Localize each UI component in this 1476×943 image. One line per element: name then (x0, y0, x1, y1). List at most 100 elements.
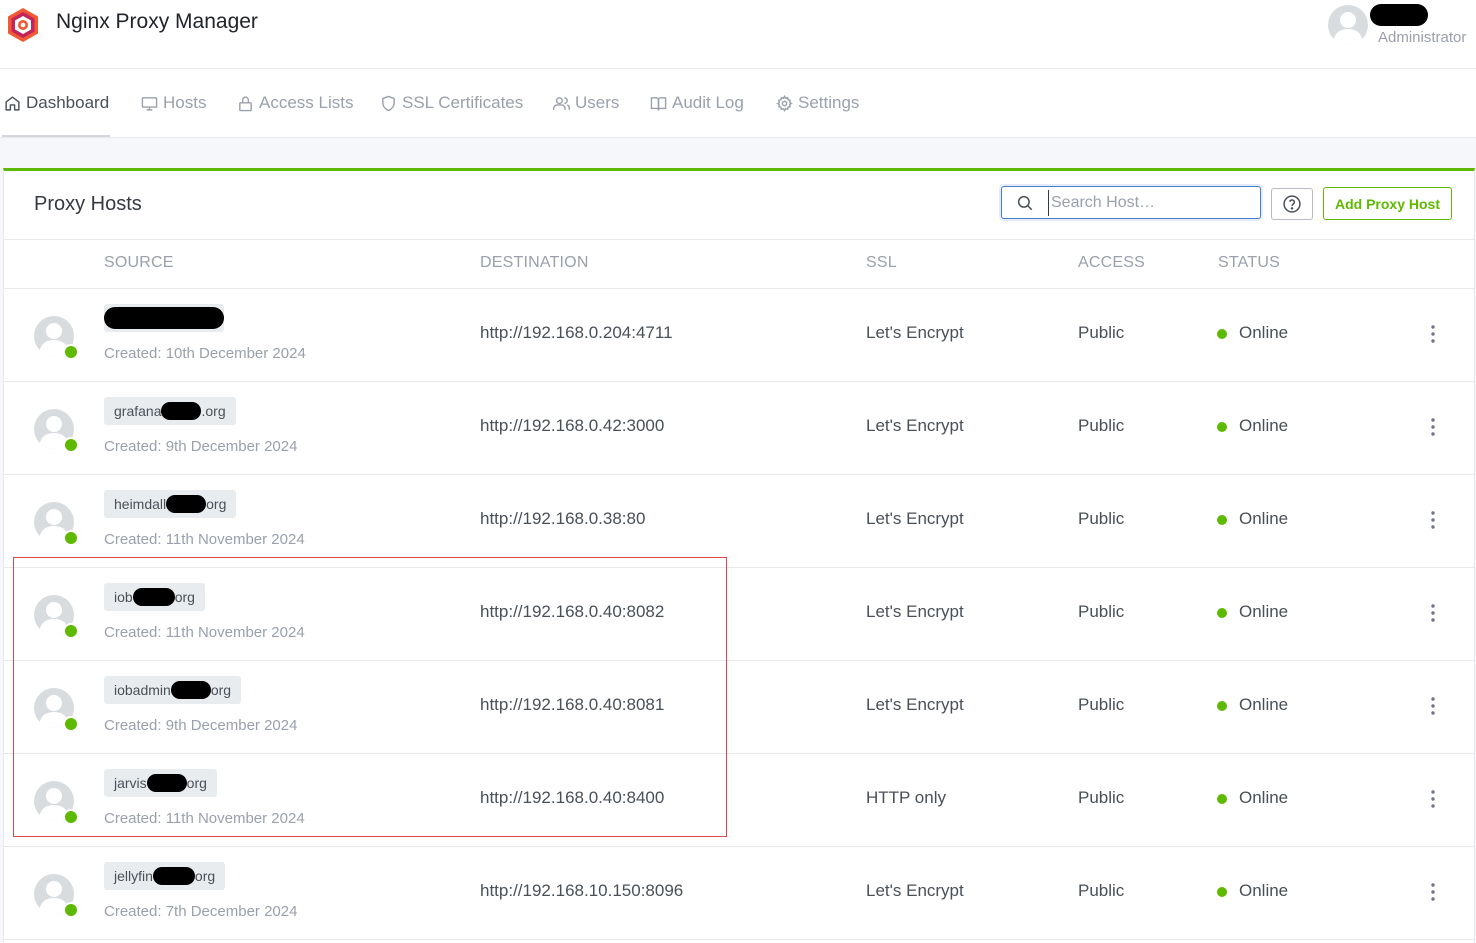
users-icon (553, 96, 570, 110)
ssl-status: Let's Encrypt (866, 509, 964, 528)
online-indicator (63, 344, 79, 360)
domain-prefix: jellyfin (114, 868, 153, 884)
ssl-status: Let's Encrypt (866, 602, 964, 621)
column-source[interactable]: SOURCE (104, 254, 174, 272)
nav-hosts[interactable]: Hosts (141, 69, 206, 137)
domain-badge[interactable]: grafana .org (104, 397, 236, 425)
nav-active-indicator (2, 135, 110, 137)
online-indicator (63, 623, 79, 639)
add-proxy-host-button[interactable]: Add Proxy Host (1323, 187, 1452, 220)
user-avatar[interactable] (1328, 5, 1368, 45)
table-row[interactable]: jarvis org Created: 11th November 2024 ht… (4, 754, 1474, 847)
created-date: Created: 10th December 2024 (104, 345, 306, 362)
ssl-status: HTTP only (866, 788, 946, 807)
ssl-status: Let's Encrypt (866, 416, 964, 435)
status-dot (1217, 329, 1227, 339)
proxy-hosts-card: Proxy Hosts Add Proxy Host SOURCE DESTIN… (3, 168, 1475, 943)
card-title: Proxy Hosts (34, 193, 142, 215)
search-box[interactable] (1001, 186, 1261, 219)
domain-badge[interactable]: heimdall org (104, 490, 237, 518)
domain-badge[interactable]: jellyfin org (104, 862, 226, 890)
domain-redacted (166, 495, 207, 513)
domain-suffix: org (206, 496, 227, 512)
row-menu-icon[interactable] (1424, 416, 1442, 438)
column-access[interactable]: ACCESS (1078, 254, 1145, 272)
column-ssl[interactable]: SSL (866, 254, 897, 272)
nav-users[interactable]: Users (553, 69, 619, 137)
nginx-proxy-manager-logo[interactable] (6, 7, 40, 43)
domain-badge[interactable] (104, 304, 224, 332)
table-header: SOURCE DESTINATION SSL ACCESS STATUS (4, 240, 1474, 289)
user-role: Administrator (1378, 29, 1467, 46)
status-text: Online (1239, 881, 1289, 900)
access-status: Public (1078, 695, 1125, 714)
destination: http://192.168.0.40:8400 (480, 788, 665, 807)
lock-icon (239, 95, 252, 111)
status-dot (1217, 794, 1227, 804)
shield-icon (382, 95, 395, 111)
nav-dashboard[interactable]: Dashboard (4, 69, 109, 137)
access-status: Public (1078, 788, 1125, 807)
access-status: Public (1078, 323, 1125, 342)
user-name-redacted (1370, 4, 1428, 26)
created-date: Created: 11th November 2024 (104, 810, 305, 827)
ssl-status: Let's Encrypt (866, 881, 964, 900)
domain-suffix: org (174, 589, 195, 605)
online-indicator (63, 809, 79, 825)
row-menu-icon[interactable] (1424, 881, 1442, 903)
table-row[interactable]: heimdall org Created: 11th November 2024 … (4, 475, 1474, 568)
table-row[interactable]: Created: 10th December 2024 http://192.1… (4, 289, 1474, 382)
nav-access-lists[interactable]: Access Lists (237, 69, 353, 137)
destination: http://192.168.10.150:8096 (480, 881, 684, 900)
domain-badge[interactable]: iobadmin org (104, 676, 242, 704)
status-dot (1217, 701, 1227, 711)
app-title: Nginx Proxy Manager (56, 10, 258, 33)
domain-redacted (152, 867, 195, 885)
nav-ssl-certificates-label: SSL Certificates (402, 93, 524, 112)
created-date: Created: 7th December 2024 (104, 903, 298, 920)
destination: http://192.168.0.40:8081 (480, 695, 665, 714)
status-dot (1217, 608, 1227, 618)
nav-settings[interactable]: Settings (776, 69, 859, 137)
status-dot (1217, 515, 1227, 525)
main-nav: Dashboard Hosts Access Lists SSL Certifi… (0, 69, 1476, 138)
online-indicator (63, 716, 79, 732)
row-menu-icon[interactable] (1424, 695, 1442, 717)
domain-badge[interactable]: iob org (104, 583, 205, 611)
row-menu-icon[interactable] (1424, 602, 1442, 624)
nav-audit-log[interactable]: Audit Log (650, 69, 744, 137)
access-status: Public (1078, 881, 1125, 900)
domain-redacted (161, 402, 202, 420)
domain-redacted (132, 588, 175, 606)
online-indicator (63, 437, 79, 453)
search-input[interactable] (1048, 190, 1253, 216)
help-button[interactable] (1271, 188, 1313, 220)
domain-prefix: jarvis (114, 775, 147, 791)
nav-dashboard-label: Dashboard (26, 93, 110, 112)
table-row[interactable]: iobadmin org Created: 9th December 2024 h… (4, 661, 1474, 754)
table-row[interactable]: jellyfin org Created: 7th December 2024 h… (4, 847, 1474, 940)
row-menu-icon[interactable] (1424, 323, 1442, 345)
table-row[interactable]: iob org Created: 11th November 2024 http:… (4, 568, 1474, 661)
status-text: Online (1239, 416, 1289, 435)
nav-users-label: Users (575, 93, 620, 112)
user-silhouette-icon (1333, 12, 1363, 45)
created-date: Created: 9th December 2024 (104, 438, 298, 455)
destination: http://192.168.0.42:3000 (480, 416, 665, 435)
online-indicator (63, 902, 79, 918)
domain-badge[interactable]: jarvis org (104, 769, 217, 797)
destination: http://192.168.0.204:4711 (480, 323, 673, 342)
nav-ssl-certificates[interactable]: SSL Certificates (380, 69, 523, 137)
access-status: Public (1078, 602, 1125, 621)
column-destination[interactable]: DESTINATION (480, 254, 589, 272)
book-open-icon (650, 96, 667, 111)
table-row[interactable]: grafana .org Created: 9th December 2024 h… (4, 382, 1474, 475)
domain-suffix: org (210, 682, 232, 698)
status-text: Online (1239, 602, 1289, 621)
nav-hosts-label: Hosts (163, 93, 207, 112)
column-status[interactable]: STATUS (1218, 254, 1280, 272)
domain-prefix: iob (114, 589, 133, 605)
row-menu-icon[interactable] (1424, 788, 1442, 810)
row-menu-icon[interactable] (1424, 509, 1442, 531)
access-status: Public (1078, 509, 1125, 528)
